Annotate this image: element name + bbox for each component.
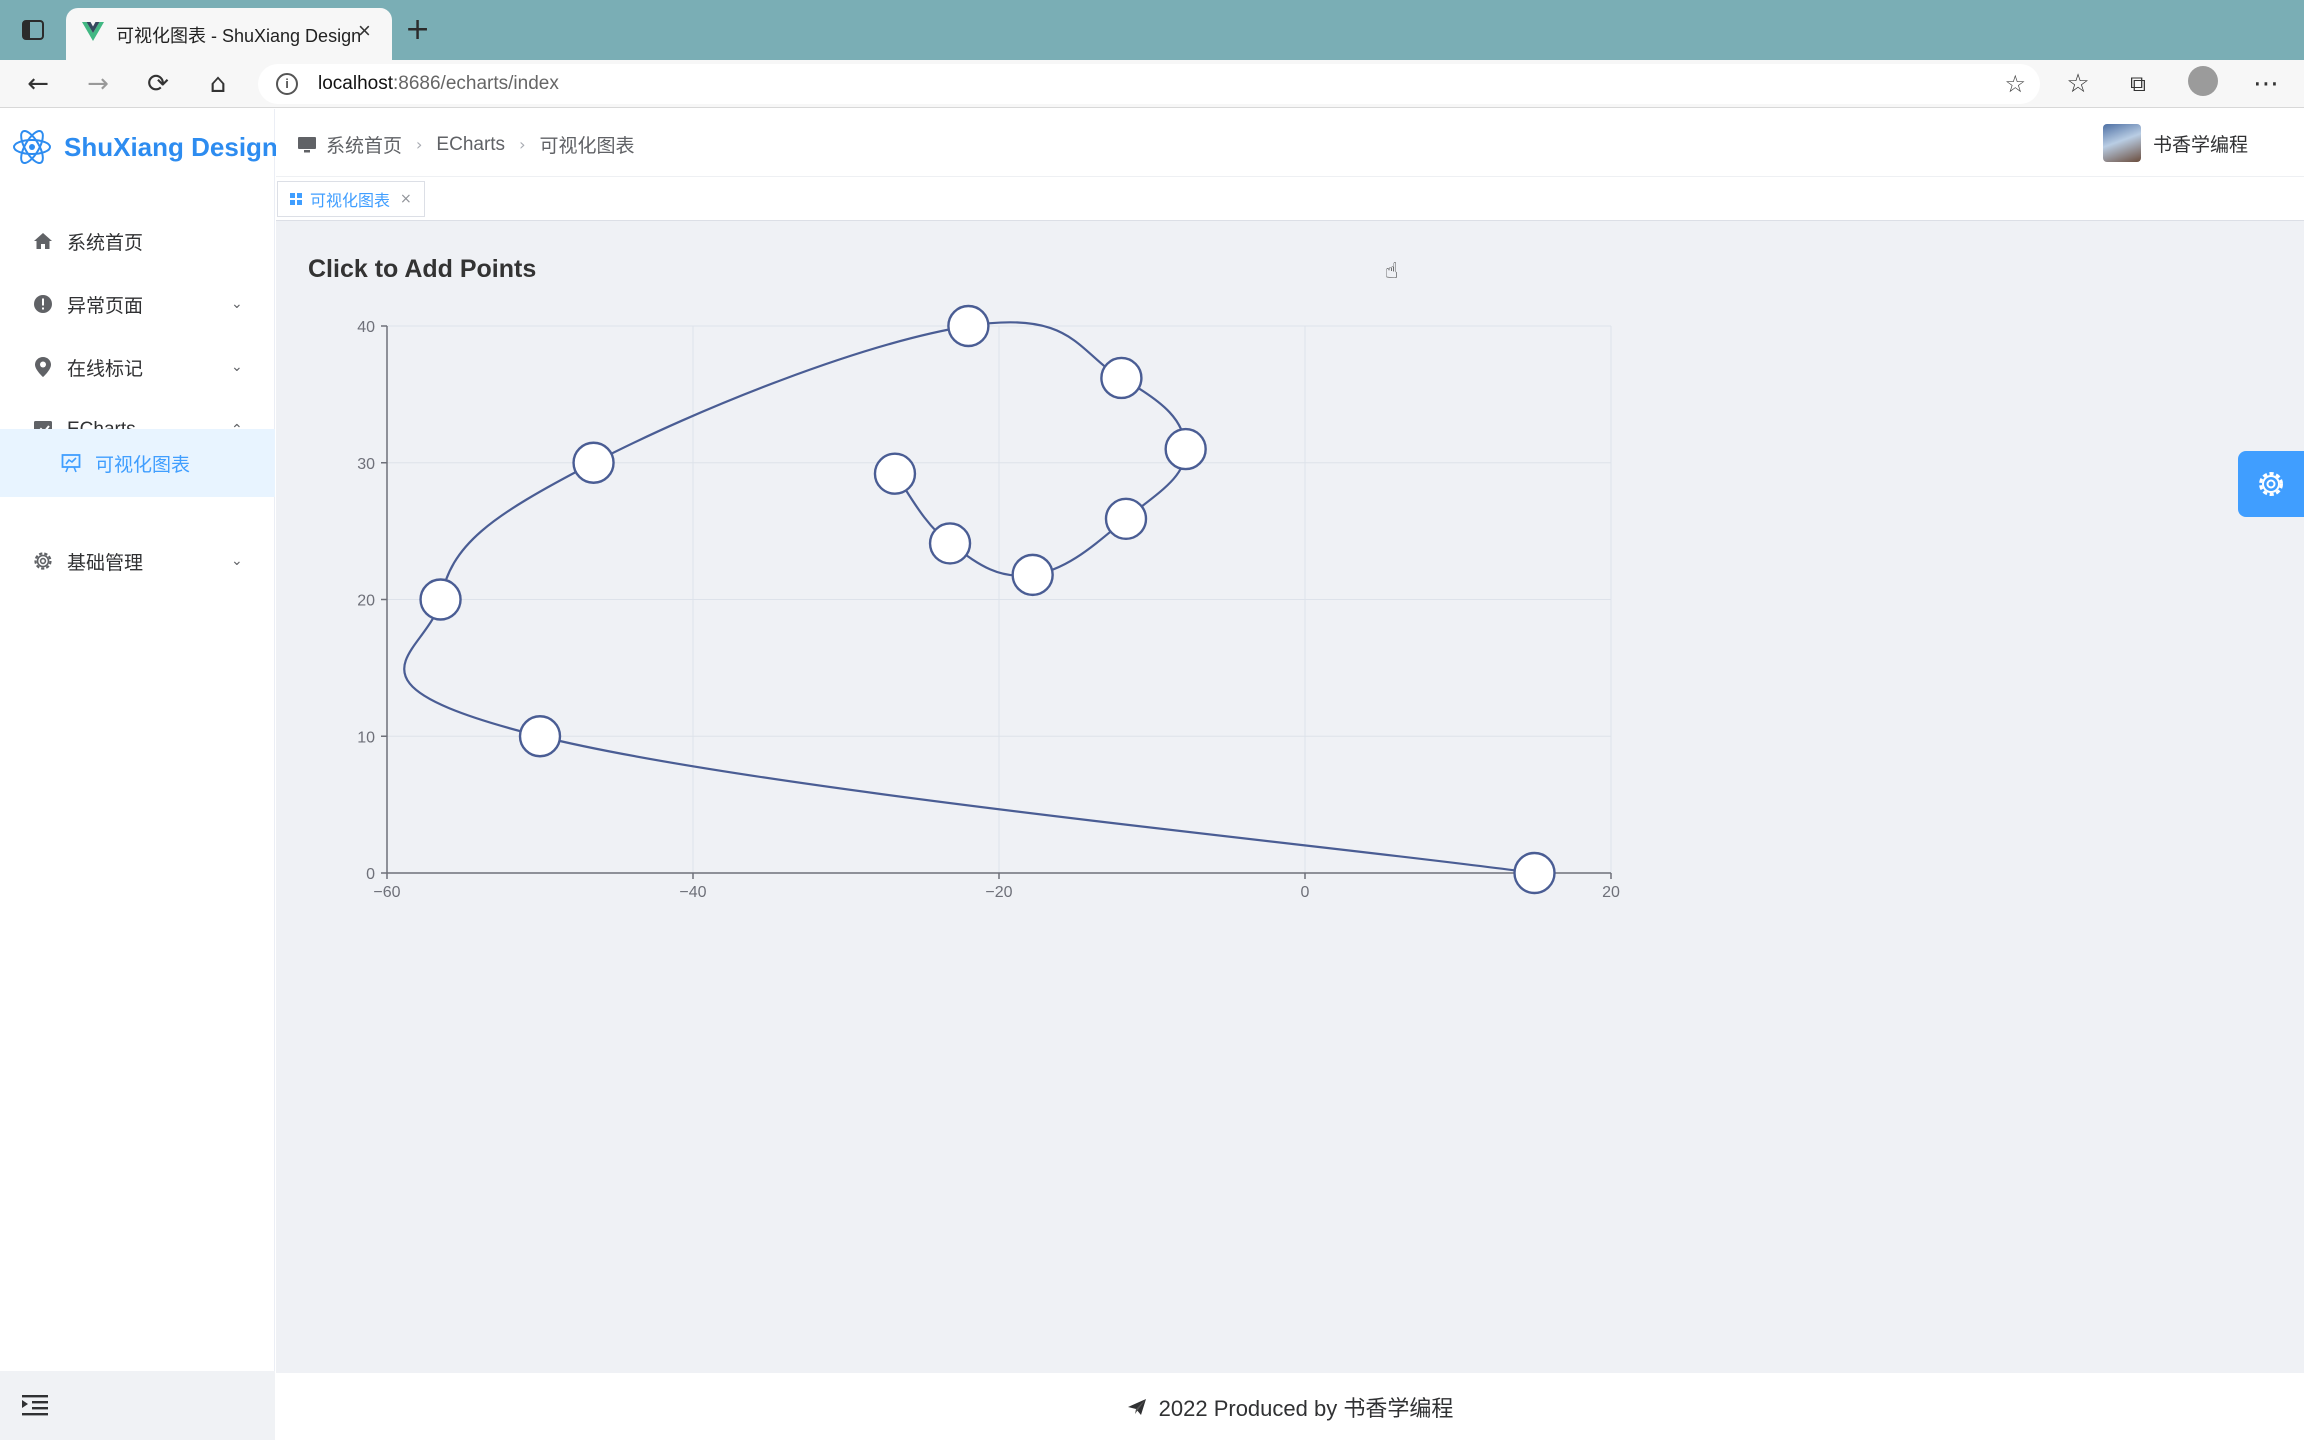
menu-collapse-icon[interactable] (22, 1394, 48, 1416)
site-info-icon[interactable]: i (276, 73, 298, 95)
series-line (403, 321, 1535, 875)
atom-logo-icon (13, 130, 51, 164)
user-avatar[interactable] (2102, 124, 2141, 162)
paper-plane-icon (1127, 1398, 1146, 1415)
page-footer: 2022 Produced by 书香学编程 (276, 1373, 2304, 1440)
more-menu-icon[interactable]: ⋯ (2250, 68, 2282, 100)
x-tick-label: 0 (1301, 884, 1310, 901)
tab-close-icon[interactable]: × (358, 18, 371, 44)
y-tick-label: 20 (357, 593, 375, 610)
chevron-down-icon: ⌄ (231, 296, 243, 312)
data-point[interactable] (1100, 356, 1143, 400)
back-arrow-icon[interactable]: ← (22, 68, 54, 100)
sidebar-item-label: 可视化图表 (95, 454, 191, 476)
sidebar-item-online-marking[interactable]: 在线标记 ⌄ (0, 335, 275, 399)
tag-label: 可视化图表 (310, 193, 391, 210)
sidebar-item-label: 基础管理 (67, 552, 144, 574)
data-point[interactable] (1164, 427, 1207, 471)
browser-tab[interactable]: 可视化图表 - ShuXiang Design × (66, 8, 392, 60)
sidebar-item-label: 异常页面 (67, 295, 144, 317)
top-header: 系统首页 › ECharts › 可视化图表 书香学编程 (276, 109, 2304, 177)
home-button-icon[interactable]: ⌂ (202, 68, 234, 100)
x-tick-label: 20 (1602, 884, 1620, 901)
grid-icon (290, 193, 302, 205)
settings-button[interactable] (2238, 451, 2304, 517)
sidebar-item-label: 在线标记 (67, 358, 144, 380)
data-point[interactable] (928, 522, 972, 565)
x-tick-label: −20 (985, 884, 1012, 901)
data-point[interactable] (873, 452, 917, 495)
data-point[interactable] (419, 578, 462, 621)
sidebar-item-visual-charts[interactable]: 可视化图表 (0, 429, 275, 497)
y-tick-label: 40 (357, 319, 375, 336)
gear-icon (2259, 472, 2283, 496)
monitor-icon (298, 136, 316, 152)
reload-icon[interactable]: ⟳ (142, 68, 174, 100)
user-menu[interactable]: 书香学编程 (2102, 124, 2248, 162)
forward-arrow-icon[interactable]: → (82, 68, 114, 100)
x-tick-label: −40 (679, 884, 706, 901)
location-pin-icon (32, 356, 54, 378)
data-point[interactable] (947, 304, 990, 348)
username[interactable]: 书香学编程 (2153, 130, 2248, 157)
home-icon (32, 230, 54, 252)
hand-cursor-icon: ☝ (1385, 258, 1399, 283)
chevron-down-icon: ⌄ (231, 553, 243, 569)
collections-icon[interactable]: ⧉ (2122, 68, 2154, 100)
exclamation-icon (32, 293, 54, 315)
browser-profile-avatar[interactable] (2188, 66, 2218, 96)
tab-title: 可视化图表 - ShuXiang Design (116, 26, 362, 46)
chevron-right-icon: › (416, 135, 423, 154)
browser-tab-bar: 可视化图表 - ShuXiang Design × + (0, 0, 2304, 60)
sidebar-item-error-pages[interactable]: 异常页面 ⌄ (0, 272, 275, 336)
footer-text: 2022 Produced by 书香学编程 (1158, 1395, 1454, 1421)
favorites-icon[interactable]: ☆ (2062, 68, 2094, 100)
presentation-icon (60, 452, 82, 474)
data-point[interactable] (518, 715, 562, 758)
new-tab-icon[interactable]: + (405, 12, 430, 47)
data-point[interactable] (1104, 497, 1148, 541)
address-bar[interactable]: i localhost:8686/echarts/index ☆ (258, 64, 2040, 104)
data-point[interactable] (1011, 553, 1054, 597)
breadcrumb: 系统首页 › ECharts › 可视化图表 (298, 131, 634, 158)
sidebar-item-label: 系统首页 (67, 232, 144, 254)
tag-close-icon[interactable]: × (400, 191, 412, 207)
y-tick-label: 30 (357, 456, 375, 473)
tag-visual-charts[interactable]: 可视化图表 × (277, 181, 425, 217)
tab-actions-icon[interactable] (22, 20, 44, 40)
logo[interactable]: ShuXiang Design (12, 123, 278, 171)
chevron-down-icon: ⌄ (231, 359, 243, 375)
y-tick-label: 0 (366, 866, 375, 883)
breadcrumb-item-current: 可视化图表 (539, 136, 635, 157)
vue-favicon-icon (82, 22, 104, 41)
main-content: Click to Add Points −60 −40 −20 0 20 0 10 20 30 4… (276, 221, 2304, 1373)
logo-text: ShuXiang Design (64, 131, 278, 162)
sidebar: ShuXiang Design 系统首页 异常页面 ⌄ 在线标记 ⌄ EChar… (0, 109, 278, 1440)
add-favorite-icon[interactable]: ☆ (2004, 70, 2026, 99)
y-tick-label: 10 (357, 729, 375, 746)
sidebar-item-home[interactable]: 系统首页 (0, 209, 275, 273)
x-tick-label: −60 (373, 884, 400, 901)
breadcrumb-item-echarts[interactable]: ECharts (436, 134, 505, 156)
data-point[interactable] (1513, 851, 1556, 895)
sidebar-item-basic-management[interactable]: 基础管理 ⌄ (0, 529, 275, 593)
chart-canvas[interactable]: −60 −40 −20 0 20 0 10 20 30 40 (276, 221, 2304, 1373)
data-point[interactable] (572, 441, 615, 484)
url-text: localhost:8686/echarts/index (318, 73, 559, 94)
breadcrumb-item-home[interactable]: 系统首页 (326, 131, 402, 158)
browser-nav-bar: ← → ⟳ ⌂ i localhost:8686/echarts/index ☆… (0, 60, 2304, 108)
chevron-right-icon: › (519, 135, 526, 154)
gear-icon (32, 550, 54, 572)
tags-view-bar: 可视化图表 × (276, 177, 2304, 221)
